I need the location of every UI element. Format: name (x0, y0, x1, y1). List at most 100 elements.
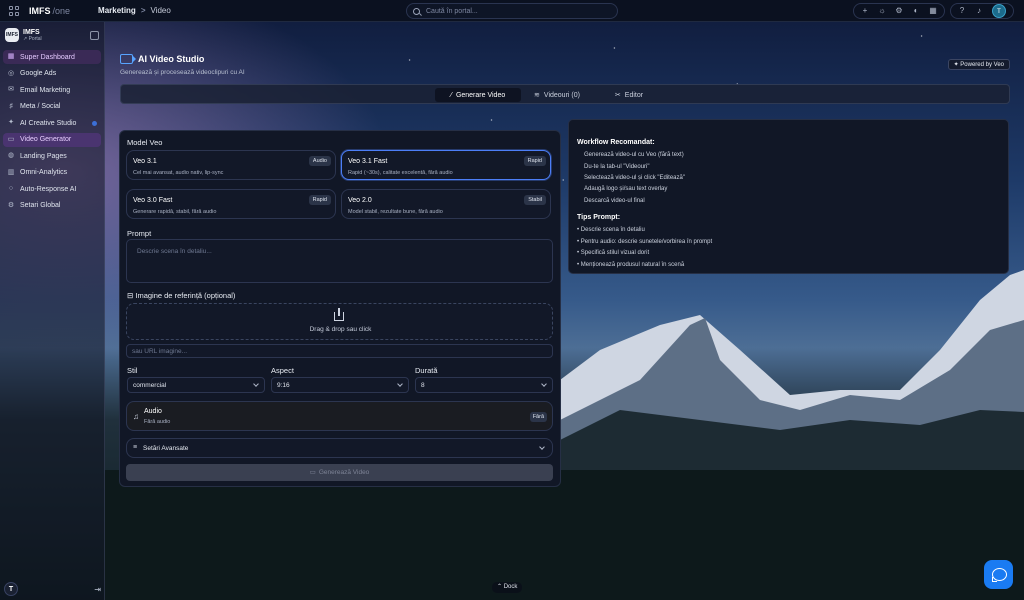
model-card-veo-2-0[interactable]: Veo 2.0 Model stabil, rezultate bune, făr… (341, 189, 551, 219)
workflow-step: Du-te la tab-ul "Videouri" (584, 164, 650, 170)
page-title: AI Video Studio (120, 54, 245, 64)
plus-icon[interactable]: + (861, 7, 869, 15)
avatar[interactable]: T (992, 4, 1006, 18)
sidebar: IMFS IMFS ↗ Portal ▦ Super Dashboard ◎ Goo… (0, 22, 105, 600)
dashboard-icon: ▦ (7, 53, 15, 60)
chevron-down-icon (541, 381, 547, 387)
social-icon: ♯ (9, 102, 13, 110)
bell-icon[interactable]: ♪ (975, 7, 983, 15)
upload-icon (334, 308, 344, 321)
logout-icon[interactable]: ⇥ (94, 585, 101, 594)
chevron-down-icon (397, 381, 403, 387)
breadcrumb-section[interactable]: Marketing (98, 6, 136, 15)
prompt-textarea[interactable]: Descrie scena în detaliu... (126, 239, 553, 283)
chat-icon: ○ (8, 185, 14, 192)
model-card-veo-3-1[interactable]: Veo 3.1 Cel mai avansat, audio nativ, lip… (126, 150, 336, 180)
aspect-select[interactable]: 9:16 (271, 377, 409, 393)
breadcrumb-current: Video (150, 6, 171, 15)
mail-icon: ✉ (8, 86, 14, 93)
powered-by-badge: ✦ Powered by Veo (947, 59, 1010, 70)
page-header: AI Video Studio Generează și procesează … (120, 54, 245, 76)
dock-button[interactable]: ⌃ Dock (492, 582, 523, 593)
search-icon (413, 7, 420, 15)
sparkles-icon: ✦ (8, 119, 14, 126)
audio-badge: Fără (529, 412, 547, 422)
sidebar-item-google-ads[interactable]: ◎ Google Ads (3, 67, 101, 81)
sidebar-item-video-generator[interactable]: ▭ Video Generator (3, 132, 101, 147)
sidebar-item-setari-global[interactable]: ⚙ Setari Global (3, 199, 101, 213)
help-icon[interactable]: ? (958, 7, 966, 15)
tip-item: • Menționează produsul natural în scenă (577, 262, 685, 268)
sliders-icon: ≡ (133, 444, 138, 451)
scissors-icon: ✂ (614, 92, 621, 99)
tab-generare-video[interactable]: ⁄ Generare Video (435, 88, 521, 102)
generate-video-button[interactable]: ▭ Generează Video (126, 464, 553, 481)
sidebar-nav: ▦ Super Dashboard ◎ Google Ads ✉ Email Mark… (0, 48, 104, 217)
page-subtitle: Generează și procesează videoclipuri cu … (120, 69, 245, 76)
topbar-icon-group: + ☼ ⚙ ◐ ▦ (853, 3, 945, 19)
model-badge: Stabil (524, 195, 546, 205)
sidebar-header: IMFS IMFS ↗ Portal (0, 22, 104, 48)
workflow-title: Workflow Recomandat: (577, 139, 655, 146)
org-name: IMFS ↗ Portal (23, 28, 42, 42)
tab-editor[interactable]: ✂ Editor (609, 88, 649, 102)
tip-item: • Specifică stilul vizual dorit (577, 250, 650, 256)
video-camera-icon (120, 54, 136, 64)
sidebar-toggle-icon[interactable] (90, 30, 99, 40)
search-input[interactable]: Caută în portal... (406, 3, 618, 19)
tab-videouri[interactable]: ≋ Videouri (0) (525, 88, 589, 102)
breadcrumb-separator: > (140, 6, 146, 15)
style-label: Stil (127, 366, 138, 375)
sun-icon[interactable]: ☼ (878, 7, 886, 15)
sidebar-item-email-marketing[interactable]: ✉ Email Marketing (3, 83, 101, 97)
model-badge: Rapid (308, 195, 331, 205)
video-icon: ▭ (7, 135, 15, 143)
brand-logo[interactable]: IMFS/one (29, 6, 70, 16)
image-dropzone[interactable]: Drag & drop sau click (126, 303, 553, 340)
user-avatar[interactable]: T (4, 582, 18, 596)
sidebar-footer: T ⇥ (4, 582, 101, 596)
model-label: Model Veo (127, 138, 163, 147)
sidebar-item-super-dashboard[interactable]: ▦ Super Dashboard (3, 50, 101, 64)
model-card-veo-3-1-fast[interactable]: Veo 3.1 Fast Rapid (~30s), calitate excel… (341, 150, 551, 180)
style-select[interactable]: commercial (127, 377, 265, 393)
sidebar-item-omni-analytics[interactable]: ▥ Omni-Analytics (3, 166, 101, 180)
model-card-veo-3-0-fast[interactable]: Veo 3.0 Fast Generare rapidă, stabil, făr… (126, 189, 336, 219)
prompt-label: Prompt (127, 229, 152, 238)
audio-option[interactable]: ♫ Audio Fără audio Fără (126, 401, 553, 431)
gear-icon: ⚙ (7, 201, 15, 209)
palette-icon[interactable]: ◐ (912, 7, 920, 15)
duration-label: Durată (415, 366, 438, 375)
advanced-settings-toggle[interactable]: ≡ Setări Avansate (126, 438, 553, 458)
workflow-step: Adaugă logo și/sau text overlay (584, 186, 668, 192)
image-url-input[interactable]: sau URL imagine... (126, 344, 553, 358)
chevron-down-icon (253, 381, 259, 387)
tips-title: Tips Prompt: (577, 214, 621, 221)
org-logo[interactable]: IMFS (5, 28, 19, 42)
chat-support-icon[interactable] (984, 560, 1013, 589)
wand-icon: ⁄ (450, 91, 452, 99)
sidebar-item-meta-social[interactable]: ♯ Meta / Social (3, 100, 101, 114)
new-badge-dot (92, 120, 97, 126)
search-placeholder: Caută în portal... (426, 7, 478, 15)
sidebar-item-ai-creative-studio[interactable]: ✦ AI Creative Studio (3, 116, 101, 130)
grid-icon[interactable]: ▦ (929, 7, 937, 15)
ads-icon: ◎ (7, 69, 15, 77)
music-icon: ♫ (133, 412, 139, 421)
workflow-step: Selectează video-ul și click "Editează" (584, 175, 685, 181)
topbar-actions: + ☼ ⚙ ◐ ▦ ? ♪ T (853, 3, 1014, 19)
apps-grid-icon[interactable] (9, 5, 19, 16)
workflow-step: Descarcă video-ul final (584, 198, 645, 204)
settings-icon[interactable]: ⚙ (895, 7, 903, 15)
sidebar-item-landing-pages[interactable]: ◍ Landing Pages (3, 149, 101, 163)
globe-icon: ◍ (7, 152, 15, 159)
tip-item: • Descrie scena în detaliu (577, 227, 645, 233)
layers-icon: ≋ (534, 92, 540, 99)
sidebar-item-auto-response-ai[interactable]: ○ Auto-Response AI (3, 182, 101, 196)
analytics-icon: ▥ (7, 168, 15, 176)
reference-image-label: ⊟ Imagine de referință (opțional) (127, 291, 236, 300)
breadcrumb: Marketing > Video (98, 6, 171, 15)
duration-select[interactable]: 8 (415, 377, 553, 393)
topbar-icon-group-2: ? ♪ T (950, 3, 1014, 19)
tip-item: • Pentru audio: descrie sunetele/vorbire… (577, 239, 713, 245)
